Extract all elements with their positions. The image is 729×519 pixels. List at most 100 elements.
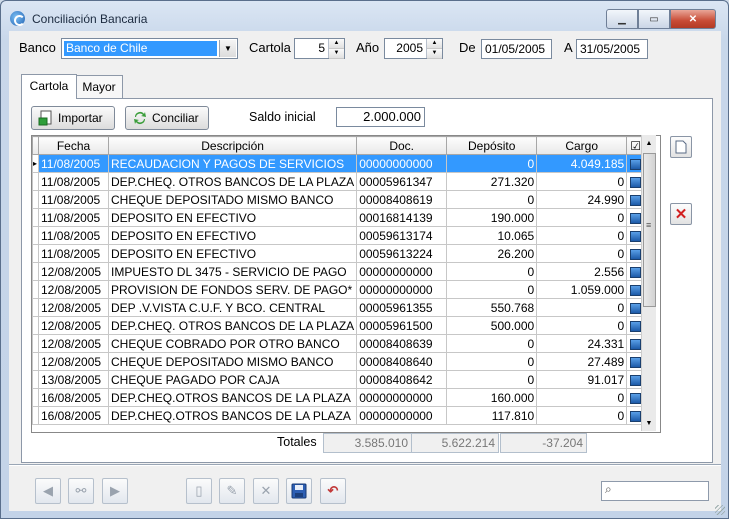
checkbox-icon[interactable] (630, 338, 642, 350)
cell-descripcion: CHEQUE PAGADO POR CAJA (107, 370, 358, 389)
checkbox-icon[interactable] (630, 410, 642, 422)
checkbox-icon[interactable] (630, 284, 642, 296)
spin-down-icon[interactable]: ▼ (329, 49, 344, 59)
cell-doc: 00005961500 (356, 316, 448, 335)
save-disk-icon (291, 483, 307, 499)
delete-row-button[interactable]: ✕ (670, 203, 692, 225)
spin-up-icon[interactable]: ▲ (329, 39, 344, 49)
cell-descripcion: CHEQUE DEPOSITADO MISMO BANCO (107, 352, 358, 371)
cell-descripcion: IMPUESTO DL 3475 - SERVICIO DE PAGO (107, 262, 358, 281)
cancel-button[interactable]: ✕ (253, 478, 279, 504)
cell-deposito: 0 (446, 334, 538, 353)
table-row[interactable]: 12/08/2005 CHEQUE COBRADO POR OTRO BANCO 0… (32, 334, 646, 353)
resize-grip[interactable] (715, 505, 725, 515)
search-input[interactable]: ⌕ (601, 481, 709, 501)
cell-descripcion: DEP.CHEQ. OTROS BANCOS DE LA PLAZA (107, 172, 358, 191)
cell-fecha: 16/08/2005 (38, 388, 109, 407)
close-button[interactable]: ✕ (670, 9, 716, 29)
cell-doc: 00005961355 (356, 298, 448, 317)
table-row[interactable]: 11/08/2005 DEPOSITO EN EFECTIVO 0005961317… (32, 226, 646, 245)
cell-fecha: 11/08/2005 (38, 190, 109, 209)
minimize-icon: ▁ (618, 13, 626, 25)
total-deposito: 3.585.010 (323, 433, 412, 453)
save-button[interactable] (286, 478, 312, 504)
table-row[interactable]: 13/08/2005 CHEQUE PAGADO POR CAJA 00008408… (32, 370, 646, 389)
column-header-deposito[interactable]: Depósito (446, 136, 538, 155)
banco-combobox[interactable]: Banco de Chile ▼ (61, 38, 238, 59)
column-header-doc[interactable]: Doc. (356, 136, 448, 155)
column-header-cargo[interactable]: Cargo (536, 136, 628, 155)
conciliar-button[interactable]: Conciliar (125, 106, 209, 130)
table-row[interactable]: 16/08/2005 DEP.CHEQ.OTROS BANCOS DE LA PL… (32, 388, 646, 407)
window-title: Conciliación Bancaria (32, 12, 148, 26)
tab-cartola[interactable]: Cartola (21, 74, 77, 99)
a-date-field[interactable]: 31/05/2005 (576, 39, 648, 59)
cell-cargo: 0 (536, 298, 628, 317)
next-record-button[interactable]: ▶ (102, 478, 128, 504)
new-button[interactable]: ▯ (186, 478, 212, 504)
table-row[interactable]: 11/08/2005 DEPOSITO EN EFECTIVO 0005961322… (32, 244, 646, 263)
checkbox-icon[interactable] (630, 392, 642, 404)
checkbox-icon[interactable] (630, 194, 642, 206)
cell-cargo: 0 (536, 208, 628, 227)
ano-spinner[interactable]: 2005 ▲ ▼ (384, 38, 443, 59)
cell-deposito: 26.200 (446, 244, 538, 263)
cartola-grid[interactable]: Fecha Descripción Doc. Depósito Cargo ☑ … (31, 135, 661, 433)
table-row[interactable]: 12/08/2005 DEP .V.VISTA C.U.F. Y BCO. CEN… (32, 298, 646, 317)
chevron-down-icon[interactable]: ▼ (219, 40, 236, 57)
grid-vertical-scrollbar[interactable]: ▲ ▼ (641, 135, 656, 431)
table-row[interactable]: 11/08/2005 DEPOSITO EN EFECTIVO 0001681413… (32, 208, 646, 227)
spin-down-icon[interactable]: ▼ (427, 49, 442, 59)
scroll-thumb[interactable] (643, 153, 656, 307)
checkbox-icon[interactable] (630, 266, 642, 278)
column-header-fecha[interactable]: Fecha (38, 136, 109, 155)
cell-fecha: 11/08/2005 (38, 244, 109, 263)
table-row[interactable]: 11/08/2005 DEP.CHEQ. OTROS BANCOS DE LA P… (32, 172, 646, 191)
undo-button[interactable]: ↶ (320, 478, 346, 504)
de-date-field[interactable]: 01/05/2005 (481, 39, 552, 59)
cell-fecha: 11/08/2005 (38, 208, 109, 227)
cell-deposito: 550.768 (446, 298, 538, 317)
checkbox-icon[interactable] (630, 158, 642, 170)
banco-selected-value: Banco de Chile (64, 41, 217, 56)
checkbox-icon[interactable] (630, 176, 642, 188)
edit-button[interactable]: ✎ (219, 478, 245, 504)
cartola-spinner[interactable]: 5 ▲ ▼ (294, 38, 345, 59)
table-row[interactable]: ▸ 11/08/2005 RECAUDACION Y PAGOS DE SERVIC… (32, 154, 646, 173)
checkbox-icon[interactable] (630, 320, 642, 332)
table-row[interactable]: 12/08/2005 IMPUESTO DL 3475 - SERVICIO DE… (32, 262, 646, 281)
table-row[interactable]: 16/08/2005 DEP.CHEQ.OTROS BANCOS DE LA PL… (32, 406, 646, 425)
new-document-icon: ▯ (195, 483, 203, 498)
cell-fecha: 11/08/2005 (38, 154, 109, 173)
checkbox-icon[interactable] (630, 302, 642, 314)
minimize-button[interactable]: ▁ (606, 9, 638, 29)
prev-record-button[interactable]: ◀ (35, 478, 61, 504)
checkbox-icon[interactable] (630, 230, 642, 242)
find-button[interactable]: ⚯ (68, 478, 94, 504)
checkbox-icon[interactable] (630, 374, 642, 386)
new-row-button[interactable] (670, 136, 692, 158)
scroll-up-icon[interactable]: ▲ (642, 137, 656, 151)
checkbox-icon[interactable] (630, 356, 642, 368)
a-label: A (564, 40, 573, 55)
table-row[interactable]: 12/08/2005 DEP.CHEQ. OTROS BANCOS DE LA P… (32, 316, 646, 335)
spin-up-icon[interactable]: ▲ (427, 39, 442, 49)
table-row[interactable]: 12/08/2005 PROVISION DE FONDOS SERV. DE P… (32, 280, 646, 299)
column-header-descripcion[interactable]: Descripción (107, 136, 358, 155)
checkbox-icon[interactable] (630, 248, 642, 260)
scroll-down-icon[interactable]: ▼ (642, 417, 656, 431)
cell-deposito: 0 (446, 280, 538, 299)
table-row[interactable]: 11/08/2005 CHEQUE DEPOSITADO MISMO BANCO 0… (32, 190, 646, 209)
cell-descripcion: CHEQUE DEPOSITADO MISMO BANCO (107, 190, 358, 209)
table-row[interactable]: 12/08/2005 CHEQUE DEPOSITADO MISMO BANCO 0… (32, 352, 646, 371)
checkbox-icon[interactable] (630, 212, 642, 224)
maximize-button[interactable]: ▭ (638, 9, 670, 29)
cell-descripcion: PROVISION DE FONDOS SERV. DE PAGO* (107, 280, 358, 299)
totales-label: Totales (277, 435, 317, 449)
importar-button[interactable]: Importar (31, 106, 115, 130)
total-cargo: 5.622.214 (411, 433, 499, 453)
tab-mayor[interactable]: Mayor (75, 75, 123, 98)
saldo-inicial-field[interactable]: 2.000.000 (336, 107, 425, 127)
cell-descripcion: CHEQUE COBRADO POR OTRO BANCO (107, 334, 358, 353)
cell-doc: 00000000000 (356, 406, 448, 425)
